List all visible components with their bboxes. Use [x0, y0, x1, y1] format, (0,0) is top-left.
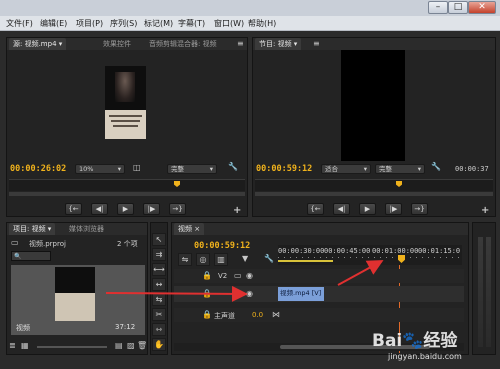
arrow-to-playhead [337, 260, 384, 286]
watermark-url: jingyan.baidu.com [388, 352, 462, 361]
annotation-arrows [105, 260, 384, 302]
arrow-to-eye-icon [105, 285, 248, 302]
watermark-brand: Bai🐾经验 [372, 331, 458, 351]
